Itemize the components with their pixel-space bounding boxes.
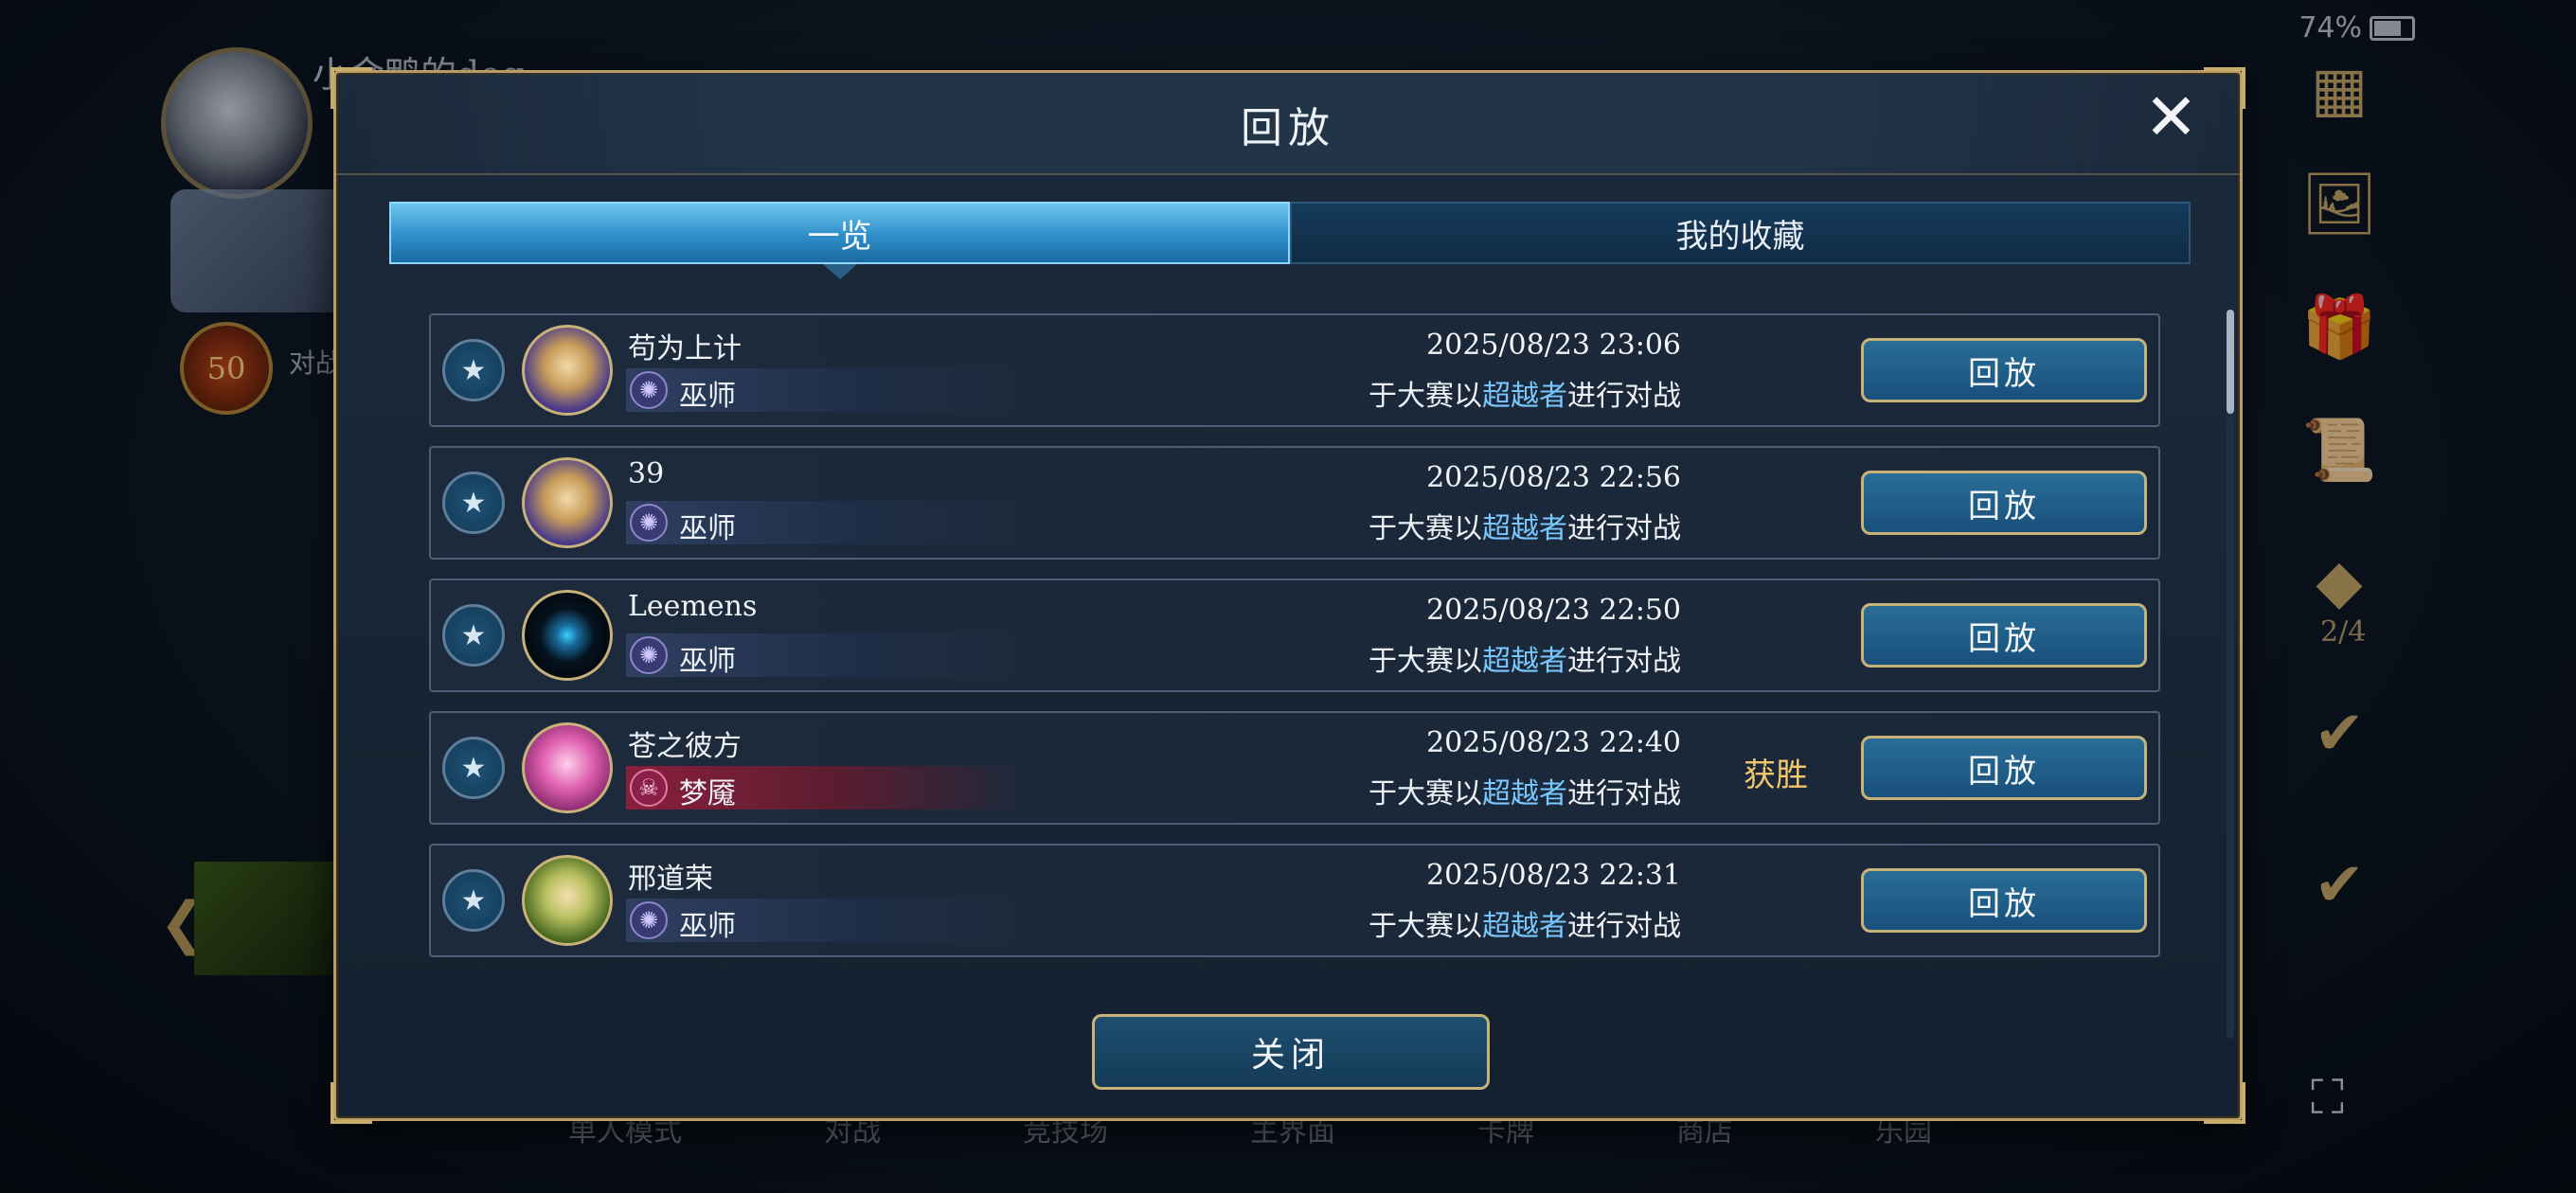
replay-row: ★ Leemens ✺ 巫师 2025/08/23 22:50 于大赛以超越者进… — [429, 579, 2160, 692]
desc-highlight: 超越者 — [1482, 910, 1567, 943]
bookmark-star-icon[interactable]: ★ — [442, 869, 505, 932]
opponent-portrait — [522, 590, 613, 681]
nightmare-class-icon: ☠ — [630, 769, 668, 807]
dialog-header: 回放 ✕ — [336, 73, 2240, 175]
class-name: 巫师 — [679, 910, 736, 943]
match-description: 于大赛以超越者进行对战 — [1368, 505, 1681, 546]
opponent-portrait — [522, 855, 613, 946]
match-datetime: 2025/08/23 22:56 — [1426, 461, 1681, 494]
replay-dialog: 回放 ✕ 一览 我的收藏 ★ 苟为上计 ✺ 巫师 2025/08/23 23:0… — [331, 67, 2245, 1124]
bookmark-star-icon[interactable]: ★ — [442, 737, 505, 799]
wizard-class-icon: ✺ — [630, 901, 668, 939]
corner-ornament — [331, 1082, 372, 1124]
desc-prefix: 于大赛以 — [1368, 910, 1482, 943]
desc-highlight: 超越者 — [1482, 777, 1567, 810]
opponent-portrait — [522, 457, 613, 548]
desc-prefix: 于大赛以 — [1368, 512, 1482, 545]
desc-suffix: 进行对战 — [1567, 380, 1681, 413]
bookmark-star-icon[interactable]: ★ — [442, 604, 505, 667]
desc-highlight: 超越者 — [1482, 645, 1567, 678]
match-datetime: 2025/08/23 22:40 — [1426, 726, 1681, 759]
replay-row: ★ 邢道荣 ✺ 巫师 2025/08/23 22:31 于大赛以超越者进行对战 … — [429, 844, 2160, 957]
opponent-portrait — [522, 325, 613, 416]
tab-overview[interactable]: 一览 — [389, 202, 1290, 279]
class-name: 巫师 — [679, 512, 736, 545]
desc-highlight: 超越者 — [1482, 380, 1567, 413]
replay-button[interactable]: 回放 — [1861, 471, 2147, 535]
opponent-portrait — [522, 722, 613, 813]
opponent-name: Leemens — [628, 590, 758, 623]
opponent-name: 邢道荣 — [628, 863, 713, 896]
class-tag: ✺ 巫师 — [626, 501, 1024, 545]
desc-prefix: 于大赛以 — [1368, 380, 1482, 413]
opponent-name: 苍之彼方 — [628, 730, 742, 763]
close-button[interactable]: 关闭 — [1092, 1014, 1490, 1090]
opponent-name: 苟为上计 — [628, 332, 742, 365]
replay-button[interactable]: 回放 — [1861, 603, 2147, 668]
match-datetime: 2025/08/23 22:50 — [1426, 594, 1681, 627]
desc-suffix: 进行对战 — [1567, 645, 1681, 678]
desc-suffix: 进行对战 — [1567, 910, 1681, 943]
wizard-class-icon: ✺ — [630, 504, 668, 542]
dialog-title: 回放 — [1241, 104, 1335, 152]
desc-prefix: 于大赛以 — [1368, 645, 1482, 678]
class-tag: ✺ 巫师 — [626, 368, 1024, 413]
class-tag: ✺ 巫师 — [626, 899, 1024, 943]
replay-button[interactable]: 回放 — [1861, 868, 2147, 933]
class-tag: ✺ 巫师 — [626, 633, 1024, 678]
match-result: 获胜 — [1744, 757, 1808, 794]
match-description: 于大赛以超越者进行对战 — [1368, 902, 1681, 944]
desc-prefix: 于大赛以 — [1368, 777, 1482, 810]
match-description: 于大赛以超越者进行对战 — [1368, 637, 1681, 679]
match-datetime: 2025/08/23 22:31 — [1426, 859, 1681, 892]
close-icon[interactable]: ✕ — [2144, 86, 2198, 151]
replay-row: ★ 39 ✺ 巫师 2025/08/23 22:56 于大赛以超越者进行对战 回… — [429, 446, 2160, 560]
replay-row: ★ 苟为上计 ✺ 巫师 2025/08/23 23:06 于大赛以超越者进行对战… — [429, 313, 2160, 427]
scrollbar-thumb[interactable] — [2227, 310, 2234, 414]
replay-row: ★ 苍之彼方 ☠ 梦魇 2025/08/23 22:40 于大赛以超越者进行对战… — [429, 711, 2160, 825]
class-name: 梦魇 — [679, 777, 736, 810]
desc-suffix: 进行对战 — [1567, 777, 1681, 810]
match-datetime: 2025/08/23 23:06 — [1426, 329, 1681, 362]
class-name: 巫师 — [679, 645, 736, 678]
bookmark-star-icon[interactable]: ★ — [442, 339, 505, 401]
tab-favorites[interactable]: 我的收藏 — [1290, 202, 2191, 264]
list-scrollbar[interactable] — [2227, 310, 2234, 1039]
match-description: 于大赛以超越者进行对战 — [1368, 770, 1681, 811]
replay-button[interactable]: 回放 — [1861, 736, 2147, 800]
wizard-class-icon: ✺ — [630, 636, 668, 674]
corner-ornament — [2204, 1082, 2245, 1124]
opponent-name: 39 — [628, 457, 665, 490]
tab-bar: 一览 我的收藏 — [389, 202, 2191, 279]
replay-list: ★ 苟为上计 ✺ 巫师 2025/08/23 23:06 于大赛以超越者进行对战… — [429, 313, 2160, 976]
desc-highlight: 超越者 — [1482, 512, 1567, 545]
class-tag: ☠ 梦魇 — [626, 766, 1024, 810]
desc-suffix: 进行对战 — [1567, 512, 1681, 545]
class-name: 巫师 — [679, 380, 736, 413]
replay-button[interactable]: 回放 — [1861, 338, 2147, 402]
wizard-class-icon: ✺ — [630, 371, 668, 409]
bookmark-star-icon[interactable]: ★ — [442, 472, 505, 534]
match-description: 于大赛以超越者进行对战 — [1368, 372, 1681, 414]
